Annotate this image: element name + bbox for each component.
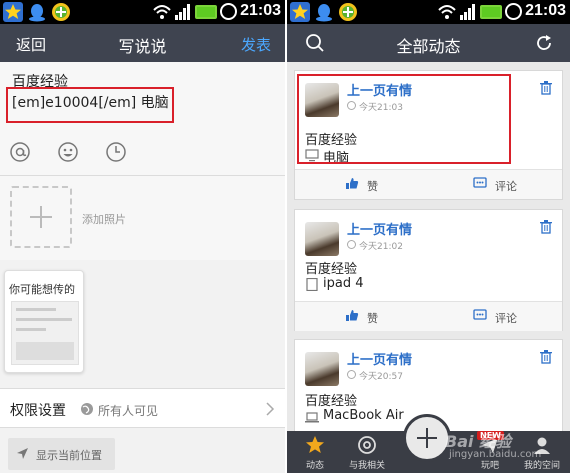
like-button[interactable]: 赞 [367,178,378,194]
plus-app-icon [52,3,70,21]
permission-setting-row[interactable]: 权限设置 所有人可见 [0,388,285,428]
divider [285,0,287,473]
location-label: 显示当前位置 [36,449,102,462]
highlight-box [297,74,511,164]
at-icon[interactable] [9,141,31,163]
post-actions: 赞 评论 [295,301,562,331]
avatar[interactable] [305,222,339,256]
time-icon [347,240,356,249]
comment-button[interactable]: 评论 [495,178,517,194]
trash-icon[interactable] [540,220,552,234]
at-icon [358,436,376,454]
thumbs-up-icon[interactable] [345,177,359,190]
alarm-icon [505,3,522,20]
suggested-photo-card[interactable]: 你可能想传的 [4,270,84,373]
post-text-input[interactable]: 百度经验 [em]e10004[/em] 电脑 添加照片 [0,62,285,260]
refresh-icon[interactable] [534,33,554,53]
signal-icon [175,4,190,20]
compose-screen: 21:03 返回 写说说 发表 百度经验 [em]e10004[/em] 电脑 … [0,0,285,473]
tab-label: 动态 [305,461,324,471]
feed-post[interactable]: 上一页有情 今天21:02 百度经验 ipad 4 赞 评论 [294,209,563,331]
feed-header: 全部动态 [287,24,570,62]
comment-icon[interactable] [473,309,487,322]
divider [0,175,285,176]
suggest-title: 你可能想传的 [9,283,75,296]
post-actions: 赞 评论 [295,169,562,199]
add-photo-label: 添加照片 [82,213,126,226]
permission-label: 权限设置 [10,403,66,419]
clock-icon[interactable] [105,141,127,163]
battery-icon [195,5,217,19]
status-time: 21:03 [240,2,281,19]
add-post-button[interactable] [403,414,451,462]
show-location-button[interactable]: 显示当前位置 [8,438,115,470]
post-text: 百度经验 [305,394,358,409]
signal-icon [460,4,475,20]
publish-button[interactable]: 发表 [241,34,271,55]
tab-mentions[interactable]: 与我相关 [339,431,395,473]
post-device: MacBook Air [323,408,404,423]
wifi-icon [153,5,171,19]
post-author[interactable]: 上一页有情 [347,349,412,368]
location-arrow-icon [17,448,28,459]
suggested-photo-thumbnail[interactable] [11,301,79,365]
tab-label: 与我相关 [348,461,385,471]
chevron-right-icon [266,402,275,416]
comment-icon[interactable] [473,177,487,190]
globe-icon [81,403,93,415]
post-author[interactable]: 上一页有情 [347,219,412,238]
battery-icon [480,5,502,19]
trash-icon[interactable] [540,81,552,95]
tab-feed[interactable]: 动态 [287,431,343,473]
status-bar: 21:03 [0,0,285,24]
star-app-icon [290,2,310,22]
thumbs-up-icon[interactable] [345,309,359,322]
alarm-icon [220,3,237,20]
permission-value: 所有人可见 [98,404,159,418]
laptop-icon [305,412,319,423]
post-time: 今天21:02 [359,242,403,252]
status-bar: 21:03 [287,0,570,24]
post-device: ipad 4 [323,276,364,291]
emoji-icon[interactable] [57,141,79,163]
plus-app-icon [339,3,357,21]
status-time: 21:03 [525,2,566,19]
qq-icon [316,4,332,22]
trash-icon[interactable] [540,350,552,364]
star-icon [306,436,324,453]
feed-screen: 21:03 全部动态 上一页有情 今天21:03 百度经验 电脑 赞 评论 上一… [287,0,570,473]
post-time: 今天20:57 [359,372,403,382]
comment-button[interactable]: 评论 [495,310,517,326]
post-text: 百度经验 [305,262,358,277]
star-app-icon [3,2,23,22]
like-button[interactable]: 赞 [367,310,378,326]
qq-icon [29,4,45,22]
watermark-url: jingyan.baidu.com [449,449,542,460]
time-icon [347,370,356,379]
highlight-box [6,87,174,123]
tablet-icon [306,278,318,291]
compose-header: 返回 写说说 发表 [0,24,285,62]
wifi-icon [438,5,456,19]
avatar[interactable] [305,352,339,386]
page-title: 全部动态 [396,37,461,56]
add-photo-button[interactable] [10,186,72,248]
